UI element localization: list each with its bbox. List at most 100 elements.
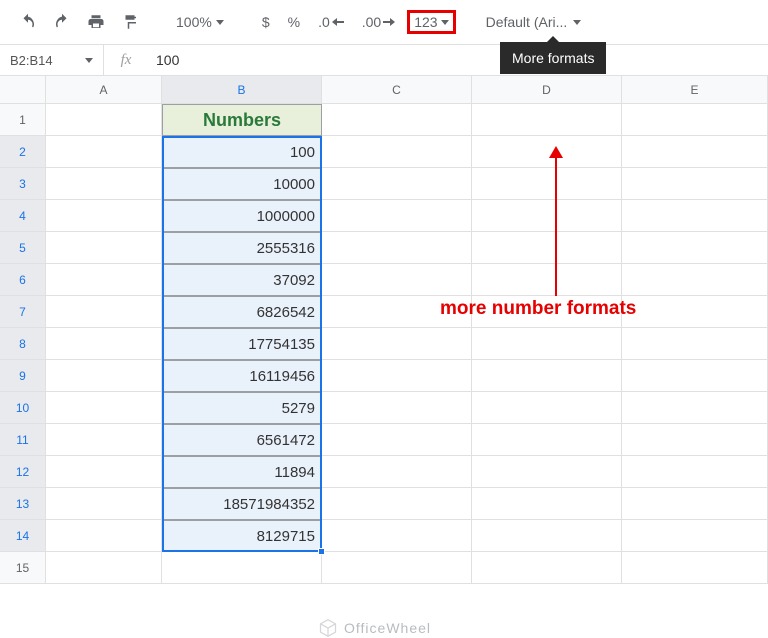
cell[interactable]: 10000: [162, 168, 322, 200]
currency-button[interactable]: $: [256, 8, 276, 36]
cell[interactable]: [472, 232, 622, 264]
cell[interactable]: [46, 200, 162, 232]
cell[interactable]: [322, 168, 472, 200]
cell[interactable]: [622, 360, 768, 392]
increase-decimal-button[interactable]: .00: [356, 8, 401, 36]
cell[interactable]: 100: [162, 136, 322, 168]
cell[interactable]: [622, 552, 768, 584]
column-header[interactable]: C: [322, 76, 472, 104]
cell[interactable]: [622, 104, 768, 136]
cell[interactable]: [322, 520, 472, 552]
cell[interactable]: 37092: [162, 264, 322, 296]
cell[interactable]: [472, 520, 622, 552]
row-header[interactable]: 6: [0, 264, 46, 296]
cell[interactable]: 17754135: [162, 328, 322, 360]
column-header[interactable]: D: [472, 76, 622, 104]
column-header[interactable]: E: [622, 76, 768, 104]
cell[interactable]: [472, 424, 622, 456]
cell[interactable]: [322, 488, 472, 520]
cell[interactable]: [472, 200, 622, 232]
cell[interactable]: [46, 264, 162, 296]
row-header[interactable]: 1: [0, 104, 46, 136]
row-header[interactable]: 13: [0, 488, 46, 520]
cell[interactable]: [622, 296, 768, 328]
cell[interactable]: [622, 264, 768, 296]
cell[interactable]: [46, 296, 162, 328]
name-box[interactable]: B2:B14: [0, 45, 104, 75]
cell[interactable]: 16119456: [162, 360, 322, 392]
zoom-dropdown[interactable]: 100%: [168, 14, 232, 30]
row-header[interactable]: 3: [0, 168, 46, 200]
cell[interactable]: [322, 360, 472, 392]
cell[interactable]: [322, 424, 472, 456]
row-header[interactable]: 8: [0, 328, 46, 360]
row-header[interactable]: 7: [0, 296, 46, 328]
cell[interactable]: [46, 552, 162, 584]
cell[interactable]: 11894: [162, 456, 322, 488]
row-header[interactable]: 4: [0, 200, 46, 232]
cell[interactable]: 2555316: [162, 232, 322, 264]
percent-button[interactable]: %: [282, 8, 306, 36]
cell[interactable]: [622, 456, 768, 488]
row-header[interactable]: 10: [0, 392, 46, 424]
cell[interactable]: 6561472: [162, 424, 322, 456]
cell[interactable]: 1000000: [162, 200, 322, 232]
cell[interactable]: [46, 392, 162, 424]
formula-input[interactable]: 100: [148, 45, 768, 75]
cell[interactable]: [322, 264, 472, 296]
row-header[interactable]: 5: [0, 232, 46, 264]
cell[interactable]: 5279: [162, 392, 322, 424]
cell[interactable]: [322, 456, 472, 488]
cell[interactable]: [46, 360, 162, 392]
cell[interactable]: [46, 520, 162, 552]
cell[interactable]: [46, 456, 162, 488]
cell[interactable]: [322, 200, 472, 232]
cell[interactable]: [322, 136, 472, 168]
cell[interactable]: [46, 424, 162, 456]
cell[interactable]: [472, 328, 622, 360]
redo-button[interactable]: [48, 8, 76, 36]
print-button[interactable]: [82, 8, 110, 36]
cell[interactable]: [472, 104, 622, 136]
cell[interactable]: [622, 328, 768, 360]
decrease-decimal-button[interactable]: .0: [312, 8, 350, 36]
cell[interactable]: [322, 328, 472, 360]
row-header[interactable]: 11: [0, 424, 46, 456]
cell[interactable]: [472, 392, 622, 424]
cell[interactable]: [46, 328, 162, 360]
row-header[interactable]: 15: [0, 552, 46, 584]
cell[interactable]: [472, 360, 622, 392]
column-header[interactable]: A: [46, 76, 162, 104]
cell[interactable]: [46, 488, 162, 520]
row-header[interactable]: 9: [0, 360, 46, 392]
cell[interactable]: [472, 552, 622, 584]
cell[interactable]: Numbers: [162, 104, 322, 136]
font-dropdown[interactable]: Default (Ari...: [480, 14, 588, 30]
cell[interactable]: [622, 136, 768, 168]
paint-format-button[interactable]: [116, 8, 144, 36]
cell[interactable]: [162, 552, 322, 584]
cell[interactable]: [322, 232, 472, 264]
cell[interactable]: 18571984352: [162, 488, 322, 520]
row-header[interactable]: 12: [0, 456, 46, 488]
cell[interactable]: [622, 200, 768, 232]
cell[interactable]: [472, 264, 622, 296]
cell[interactable]: [622, 392, 768, 424]
cell[interactable]: [622, 168, 768, 200]
row-header[interactable]: 2: [0, 136, 46, 168]
cell[interactable]: [622, 424, 768, 456]
cell[interactable]: [472, 488, 622, 520]
cell[interactable]: [622, 232, 768, 264]
row-header[interactable]: 14: [0, 520, 46, 552]
cell[interactable]: [322, 392, 472, 424]
cell[interactable]: 6826542: [162, 296, 322, 328]
cell[interactable]: [472, 456, 622, 488]
column-header[interactable]: B: [162, 76, 322, 104]
cell[interactable]: [472, 136, 622, 168]
cell[interactable]: [322, 104, 472, 136]
cell[interactable]: [46, 136, 162, 168]
cell[interactable]: [46, 168, 162, 200]
cell[interactable]: [472, 168, 622, 200]
cell[interactable]: 8129715: [162, 520, 322, 552]
more-formats-button[interactable]: 123: [407, 10, 455, 34]
